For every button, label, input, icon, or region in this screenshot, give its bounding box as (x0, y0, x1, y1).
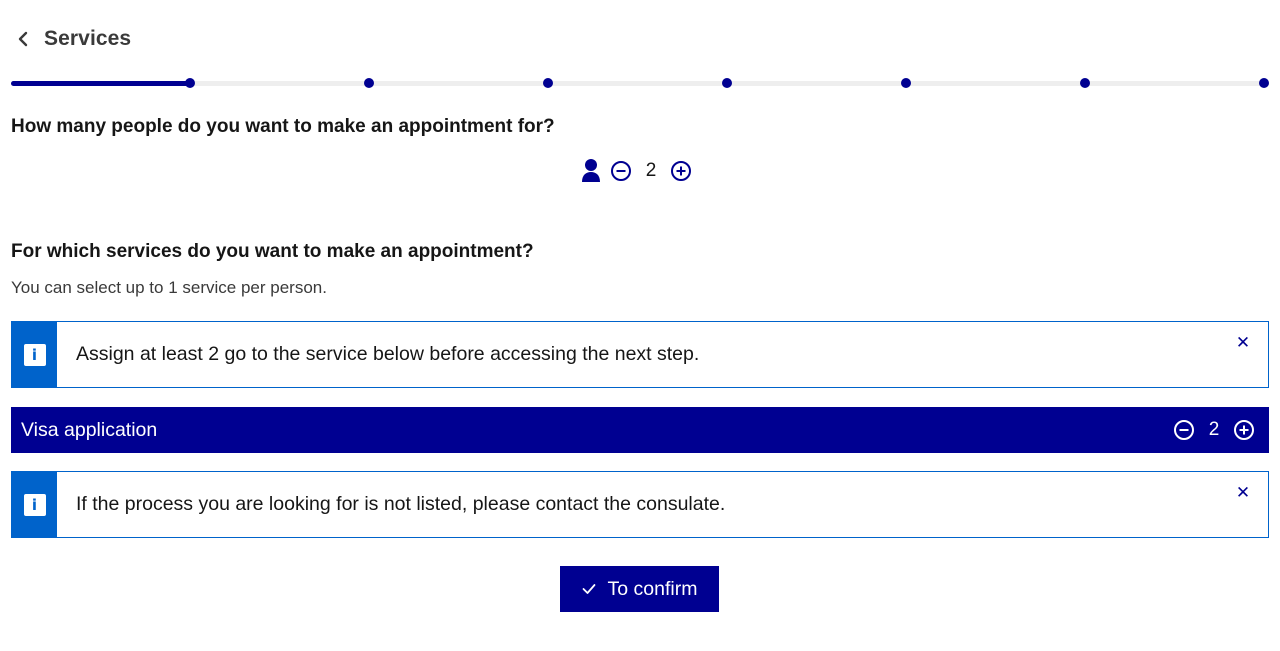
progress-stepper (11, 77, 1269, 89)
service-label: Visa application (21, 418, 158, 441)
step-dot (1080, 78, 1090, 88)
back-link[interactable]: Services (11, 24, 131, 54)
chevron-left-icon (13, 29, 33, 49)
step-dot (185, 78, 195, 88)
service-decrement-button[interactable] (1173, 419, 1195, 441)
alert-text: Assign at least 2 go to the service belo… (76, 343, 700, 365)
step-dot (543, 78, 553, 88)
alert-icon-bar: i (12, 322, 57, 387)
step-dot (364, 78, 374, 88)
info-icon: i (23, 343, 46, 366)
services-hint: You can select up to 1 service per perso… (11, 278, 327, 297)
people-decrement-button[interactable] (610, 160, 632, 182)
close-icon[interactable]: ✕ (1234, 483, 1252, 502)
minus-circle-icon (611, 161, 631, 181)
step-dot (722, 78, 732, 88)
step-dot (1259, 78, 1269, 88)
alert-text: If the process you are looking for is no… (76, 493, 726, 515)
service-item-visa: Visa application 2 (11, 407, 1269, 453)
service-increment-button[interactable] (1233, 419, 1255, 441)
plus-circle-icon (1234, 420, 1254, 440)
alert-icon-bar: i (12, 472, 57, 537)
service-stepper: 2 (1173, 419, 1255, 441)
confirm-button[interactable]: To confirm (560, 566, 719, 612)
person-icon (580, 158, 602, 184)
close-icon[interactable]: ✕ (1234, 333, 1252, 352)
service-count: 2 (1208, 419, 1220, 440)
progress-fill (11, 81, 190, 86)
check-icon (582, 582, 596, 596)
people-question: How many people do you want to make an a… (11, 116, 555, 137)
info-icon: i (23, 493, 46, 516)
info-alert: i If the process you are looking for is … (11, 471, 1269, 538)
plus-circle-icon (671, 161, 691, 181)
people-increment-button[interactable] (670, 160, 692, 182)
confirm-label: To confirm (607, 577, 698, 600)
people-stepper: 2 (580, 156, 692, 186)
minus-circle-icon (1174, 420, 1194, 440)
info-alert: i Assign at least 2 go to the service be… (11, 321, 1269, 388)
step-dot (901, 78, 911, 88)
services-question: For which services do you want to make a… (11, 241, 534, 262)
people-count: 2 (645, 160, 657, 181)
page-title: Services (44, 27, 132, 50)
